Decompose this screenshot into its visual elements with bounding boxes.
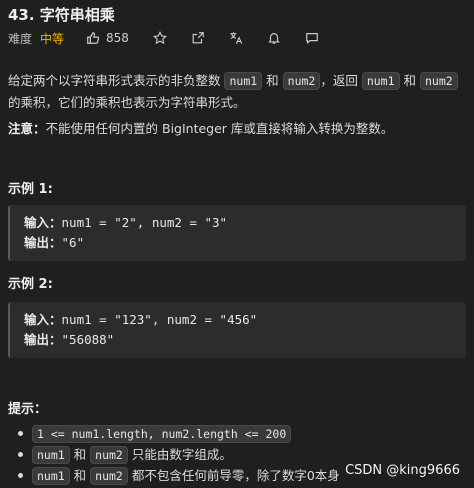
problem-meta-bar: 难度 中等 858 [8, 28, 319, 48]
inline-code-num1: num1 [32, 446, 70, 464]
translate-icon [230, 32, 243, 44]
comment-icon [306, 33, 318, 45]
example-1-output-line: 输出："6" [24, 235, 85, 250]
thumbs-up-icon [87, 32, 100, 44]
feedback-button[interactable] [305, 31, 319, 45]
hint-1-code: 1 <= num1.length, num2.length <= 200 [32, 425, 292, 443]
problem-title: 43. 字符串相乘 [8, 6, 115, 24]
example-2-output: "56088" [61, 332, 115, 347]
star-icon [152, 31, 167, 45]
problem-note: 注意：不能使用任何内置的 BigInteger 库或直接将输入转换为整数。 [8, 118, 464, 140]
example-2-input: num1 = "123", num2 = "456" [61, 312, 258, 327]
note-label: 注意： [8, 121, 46, 136]
inline-code-num1: num1 [224, 72, 263, 90]
like-count: 858 [106, 31, 129, 45]
inline-code-num1: num1 [361, 72, 400, 90]
share-icon [192, 32, 204, 44]
like-button[interactable]: 858 [86, 31, 129, 45]
example-1-output: "6" [61, 235, 85, 250]
example-1-block: 输入：num1 = "2", num2 = "3" 输出："6" [8, 205, 466, 261]
example-1-input: num1 = "2", num2 = "3" [61, 215, 228, 230]
difficulty-label: 难度 [8, 31, 33, 46]
share-button[interactable] [191, 31, 205, 45]
inline-code-num2: num2 [419, 72, 458, 90]
inline-code-num1: num1 [32, 467, 70, 485]
example-1-input-line: 输入：num1 = "2", num2 = "3" [24, 215, 228, 230]
csdn-watermark: CSDN @king9666 [345, 463, 460, 478]
problem-description: 给定两个以字符串形式表示的非负整数 num1 和 num2 ，返回 num1 和 … [8, 70, 464, 114]
example-2-output-line: 输出："56088" [24, 332, 115, 347]
hints-list: 1 <= num1.length, num2.length <= 200 num… [18, 424, 340, 487]
note-text: 不能使用任何内置的 BigInteger 库或直接将输入转换为整数。 [45, 121, 394, 136]
bell-icon [268, 33, 280, 44]
example-2-block: 输入：num1 = "123", num2 = "456" 输出："56088" [8, 302, 466, 358]
hints-heading: 提示： [8, 402, 48, 417]
inline-code-num2: num2 [90, 467, 128, 485]
list-item: 1 <= num1.length, num2.length <= 200 [18, 424, 340, 443]
favorite-button[interactable] [152, 31, 167, 45]
example-1-heading: 示例 1: [8, 182, 53, 197]
list-item: num1 和 num2 只能由数字组成。 [18, 445, 340, 464]
example-2-heading: 示例 2: [8, 277, 53, 292]
list-item: num1 和 num2 都不包含任何前导零，除了数字0本身 [18, 466, 340, 485]
inline-code-num2: num2 [90, 446, 128, 464]
translate-button[interactable] [229, 31, 243, 45]
difficulty-badge: 中等 [40, 31, 65, 46]
notification-button[interactable] [267, 31, 281, 45]
example-2-input-line: 输入：num1 = "123", num2 = "456" [24, 312, 258, 327]
inline-code-num2: num2 [282, 72, 321, 90]
